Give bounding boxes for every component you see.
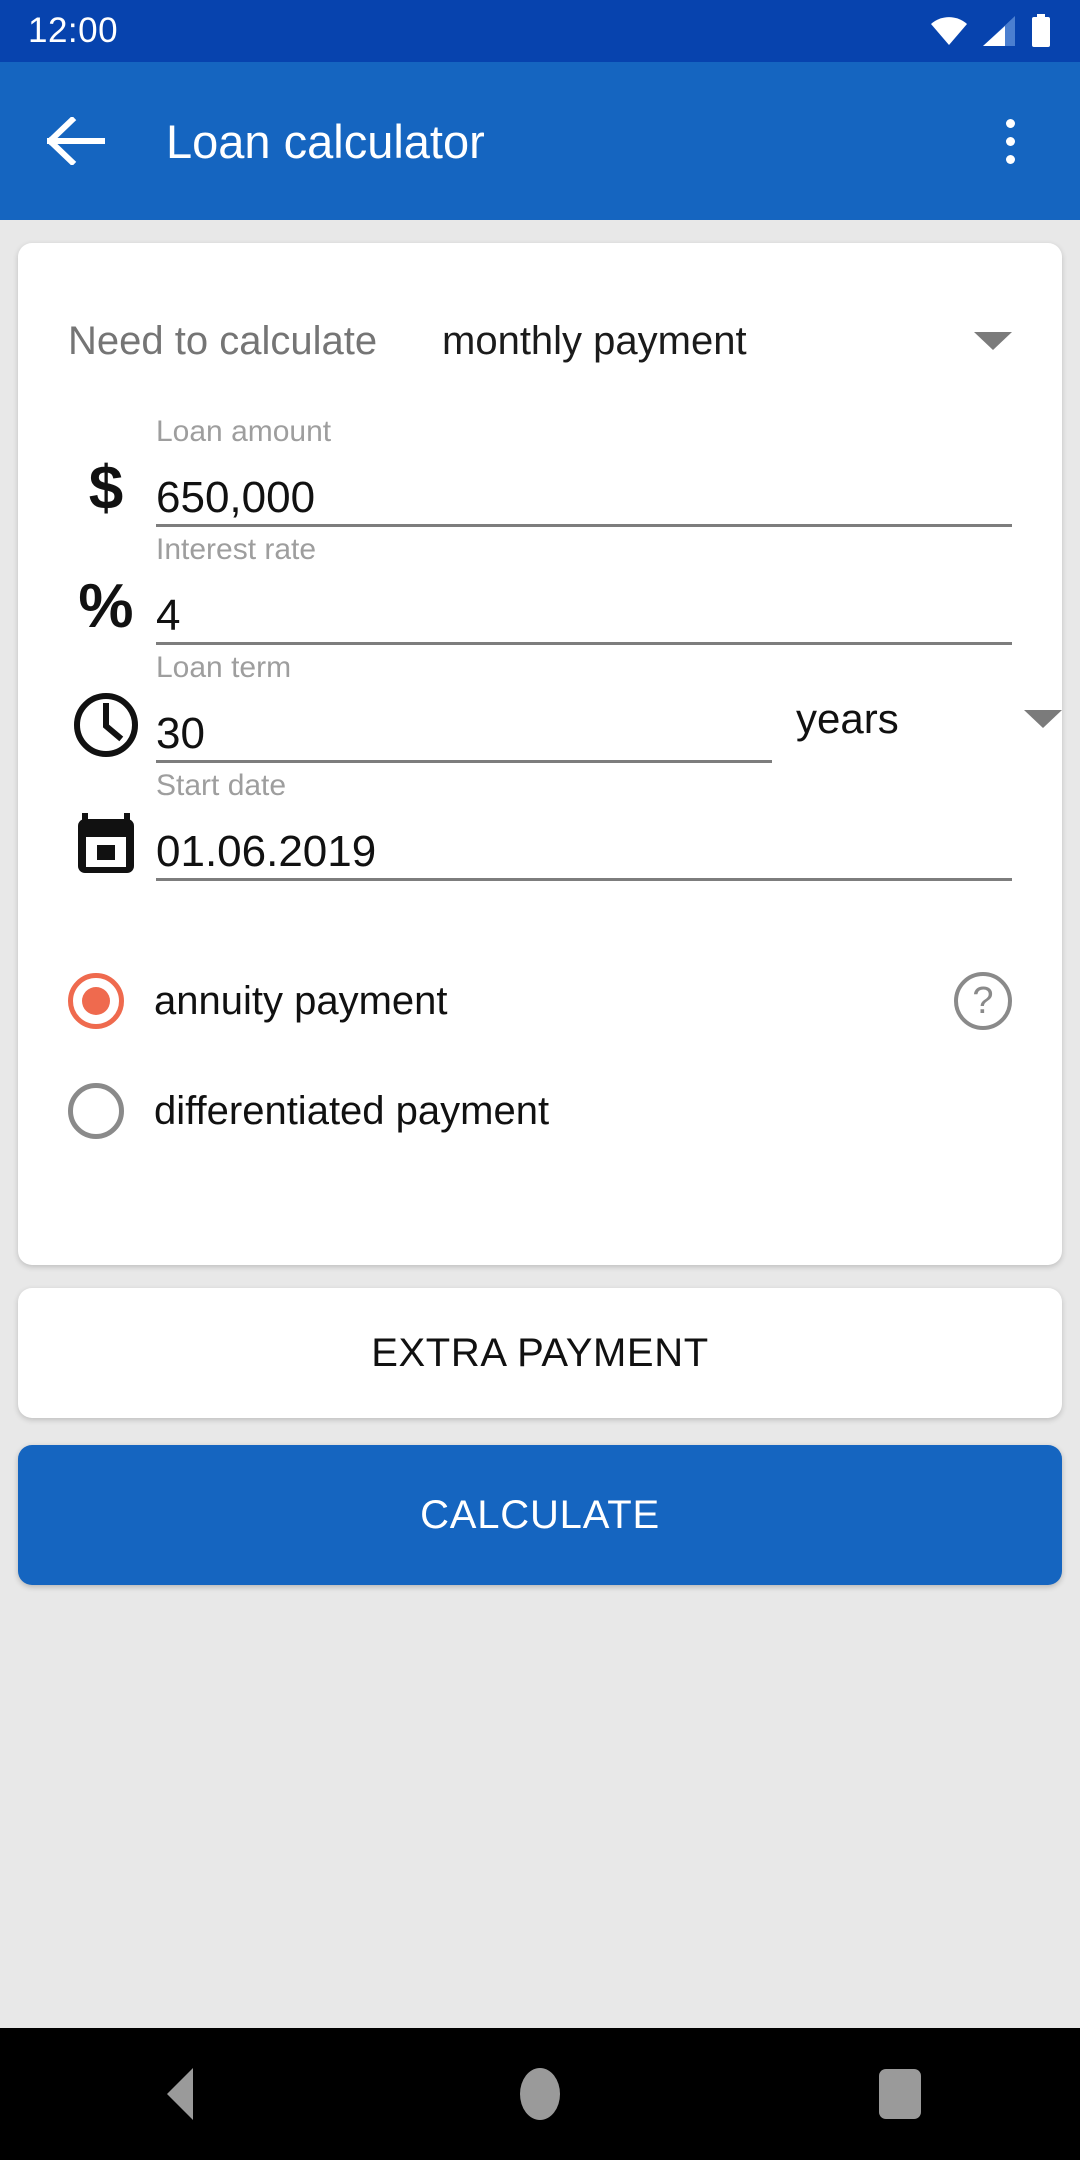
calculate-button[interactable]: CALCULATE <box>18 1445 1062 1585</box>
status-icons <box>930 14 1052 48</box>
nav-recents-square-icon <box>879 2069 921 2119</box>
radio-differentiated-label: differentiated payment <box>154 1088 550 1133</box>
radio-differentiated-payment[interactable]: differentiated payment <box>68 1071 1012 1151</box>
loan-term-unit-dropdown[interactable]: years <box>796 695 1062 743</box>
nav-back-button[interactable] <box>110 2028 250 2160</box>
loan-term-input[interactable]: 30 <box>156 691 772 763</box>
need-to-calculate-value: monthly payment <box>442 318 747 363</box>
interest-rate-label: Interest rate <box>156 533 317 566</box>
overflow-menu-icon <box>1005 136 1015 146</box>
app-bar: Loan calculator <box>0 62 1080 220</box>
interest-rate-value: 4 <box>156 591 181 641</box>
nav-recents-button[interactable] <box>830 2028 970 2160</box>
nav-home-button[interactable] <box>470 2028 610 2160</box>
phone-screen: 12:00 Loan calculator Need to calculate … <box>0 0 1080 2160</box>
start-date-input[interactable]: 01.06.2019 <box>156 809 1012 881</box>
back-arrow-icon <box>47 117 105 165</box>
page-title: Loan calculator <box>166 114 485 168</box>
radio-unselected-icon <box>68 1083 124 1139</box>
battery-icon <box>1032 14 1050 47</box>
loan-amount-value: 650,000 <box>156 473 316 523</box>
overflow-menu-button[interactable] <box>980 101 1040 181</box>
clock-icon <box>68 687 144 763</box>
radio-annuity-payment[interactable]: annuity payment ? <box>68 961 1012 1041</box>
interest-rate-input[interactable]: 4 <box>156 573 1012 645</box>
loan-amount-input[interactable]: 650,000 <box>156 455 1012 527</box>
need-to-calculate-row: Need to calculate monthly payment <box>68 303 1012 379</box>
start-date-label: Start date <box>156 769 287 802</box>
loan-term-label: Loan term <box>156 651 292 684</box>
percent-icon: % <box>78 572 134 641</box>
overflow-menu-icon <box>1005 118 1015 128</box>
back-button[interactable] <box>40 105 112 177</box>
loan-amount-label: Loan amount <box>156 415 332 448</box>
chevron-down-icon <box>1024 710 1062 728</box>
loan-term-value: 30 <box>156 709 205 759</box>
calendar-icon <box>68 805 144 881</box>
android-navigation-bar <box>0 2028 1080 2160</box>
nav-back-triangle-icon <box>167 2068 193 2120</box>
wifi-icon <box>931 17 967 45</box>
status-bar: 12:00 <box>0 0 1080 62</box>
status-time: 12:00 <box>28 11 119 50</box>
extra-payment-label: EXTRA PAYMENT <box>371 1330 709 1375</box>
radio-annuity-label: annuity payment <box>154 978 448 1023</box>
need-to-calculate-label: Need to calculate <box>68 318 378 363</box>
help-circle-icon[interactable]: ? <box>954 972 1012 1030</box>
radio-selected-icon <box>68 973 124 1029</box>
start-date-value: 01.06.2019 <box>156 827 377 877</box>
nav-home-circle-icon <box>520 2068 560 2120</box>
need-to-calculate-dropdown[interactable]: monthly payment <box>442 319 1012 364</box>
cellular-signal-icon <box>983 16 1015 46</box>
overflow-menu-icon <box>1005 154 1015 164</box>
extra-payment-button[interactable]: EXTRA PAYMENT <box>18 1288 1062 1418</box>
loan-term-unit-value: years <box>796 695 899 742</box>
calculate-label: CALCULATE <box>420 1492 660 1537</box>
dollar-icon: $ <box>88 454 124 523</box>
chevron-down-icon <box>974 332 1012 350</box>
loan-form-card: Need to calculate monthly payment Loan a… <box>18 243 1062 1265</box>
